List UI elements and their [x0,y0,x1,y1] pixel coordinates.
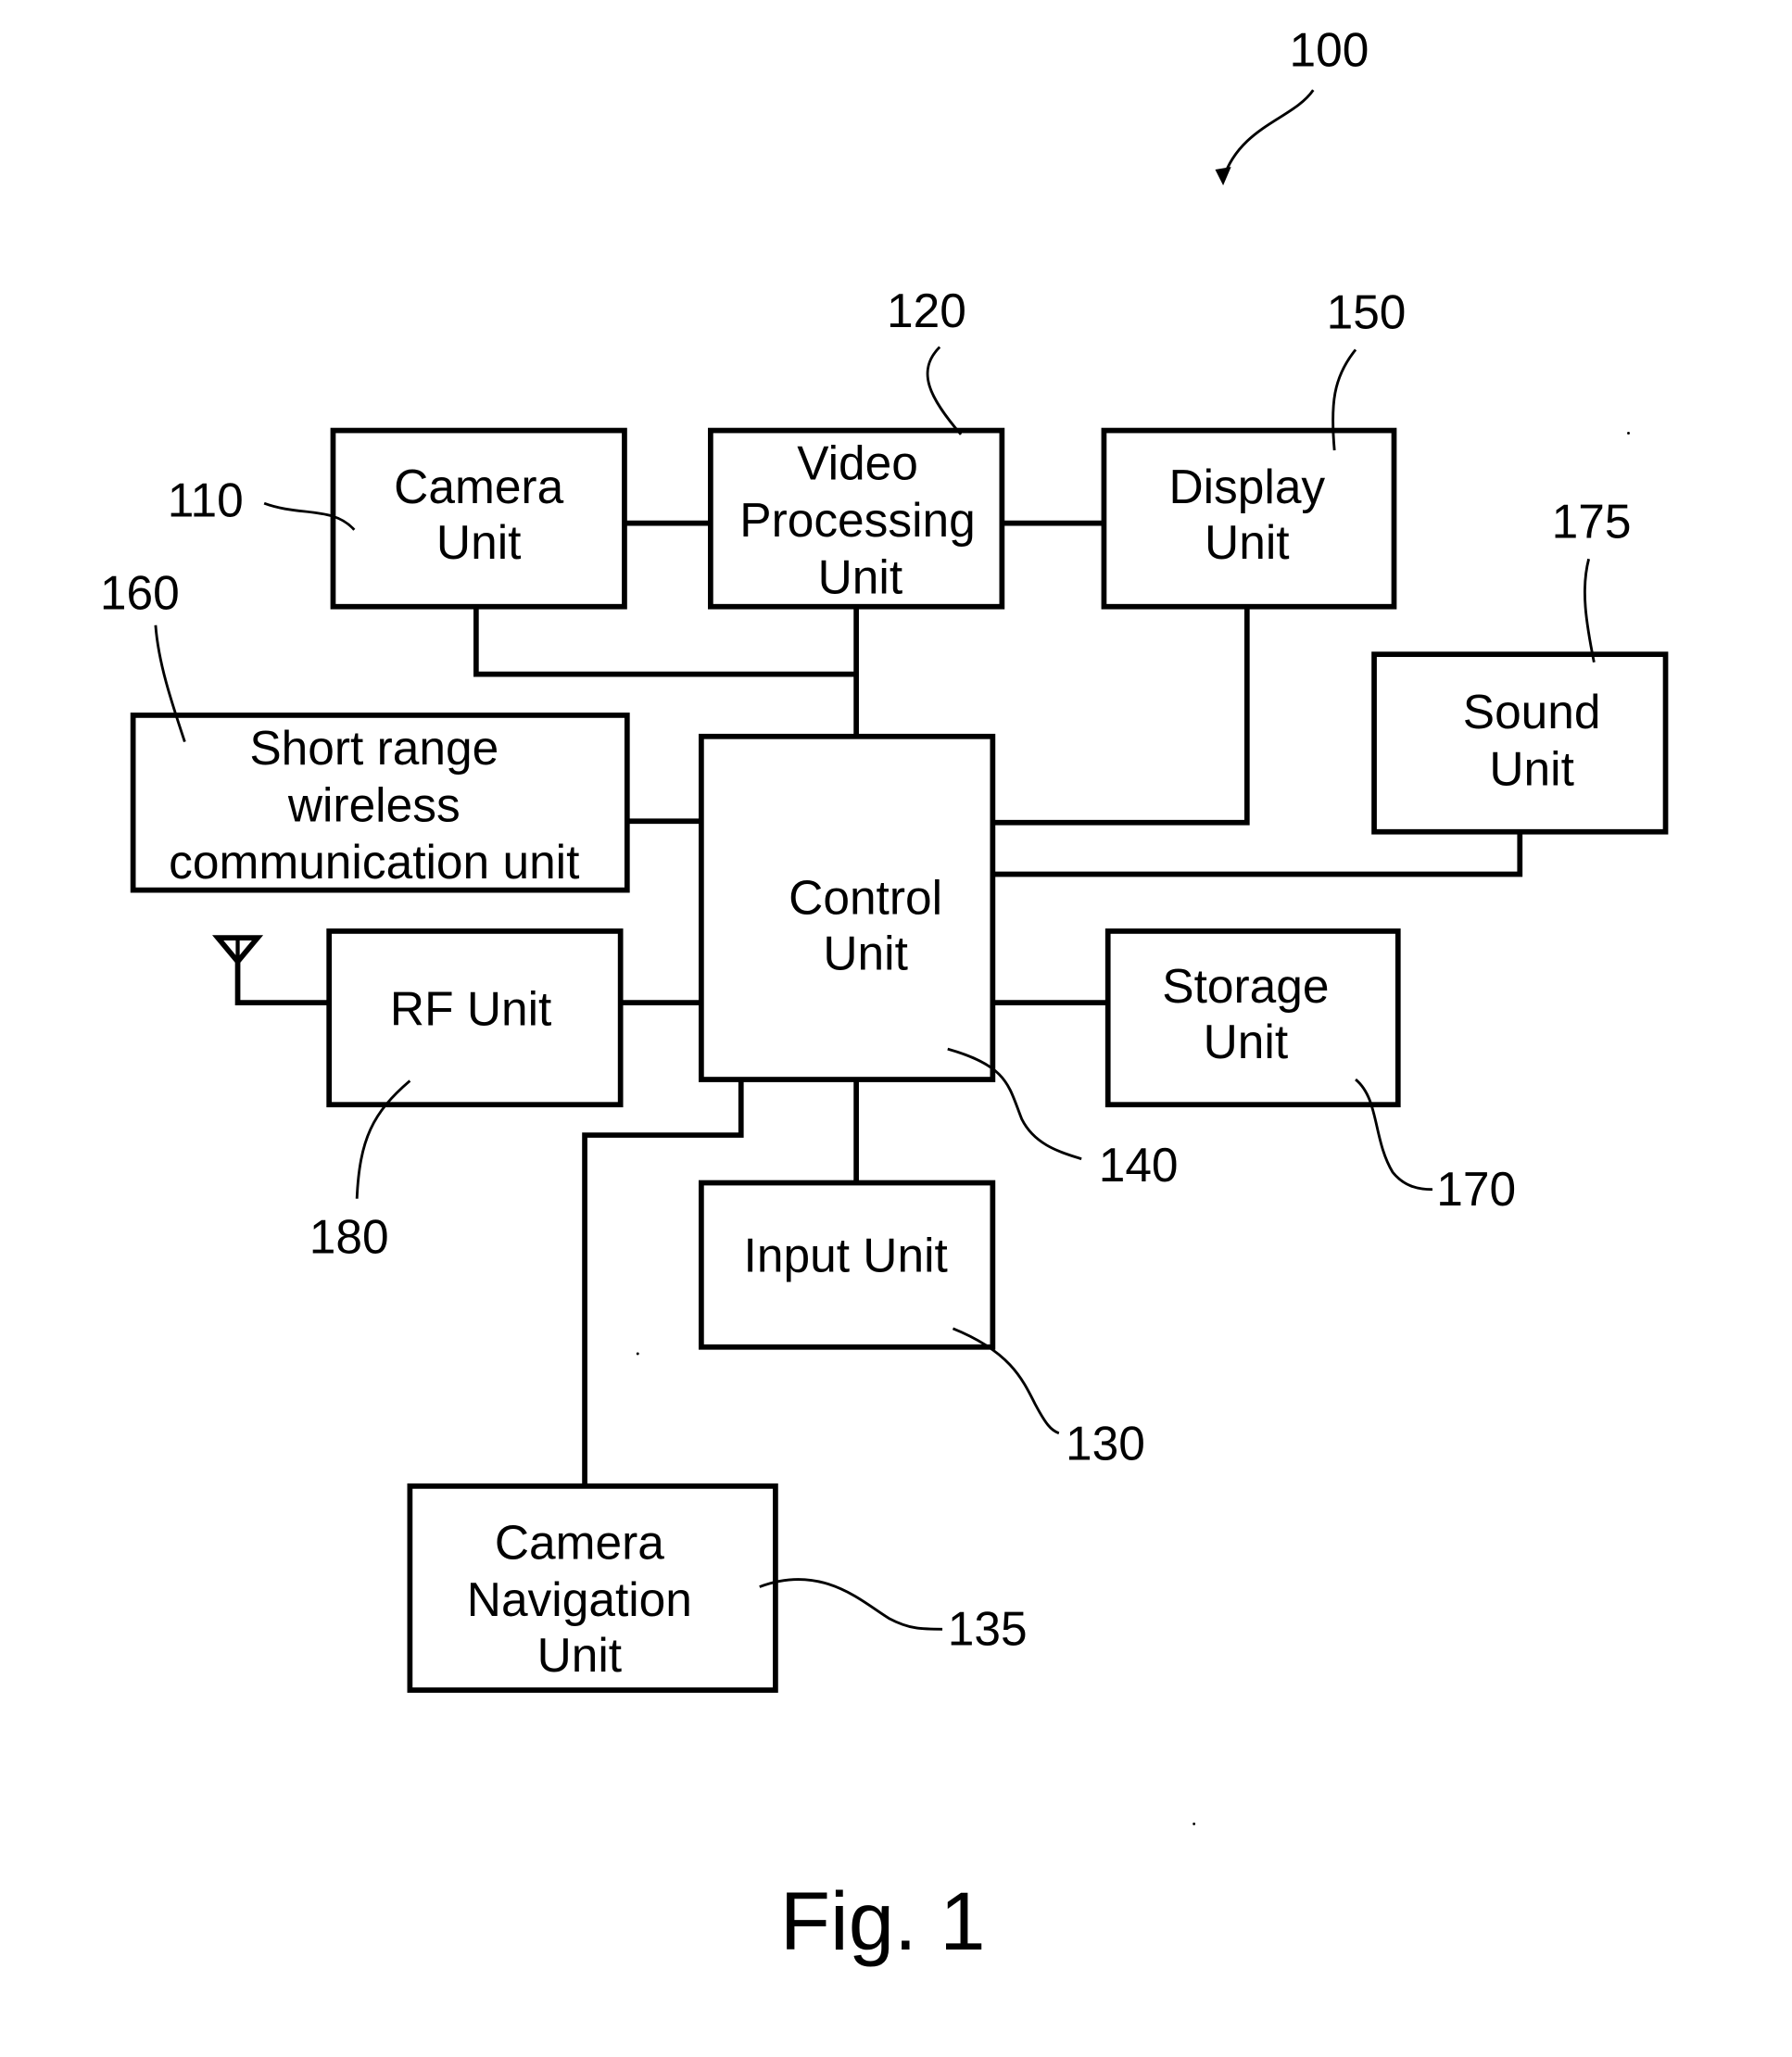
input-unit-block: Input Unit [699,1180,996,1350]
camera-unit-label-line2: Unit [436,515,522,569]
video-processing-unit-block: Video Processing Unit [708,427,1005,610]
video-processing-leader [926,346,963,435]
rf-unit-reference: 180 [309,1209,389,1263]
storage-unit-block: Storage Unit [1104,928,1401,1108]
antenna-icon [211,935,264,966]
wire-antenna-rf [234,956,330,1005]
scan-speck [1193,1822,1196,1825]
camera-navigation-leader [759,1578,943,1631]
short-range-label-line1: Short range [249,721,498,775]
arrowhead-icon [1215,167,1231,186]
short-range-wireless-block: Short range wireless communication unit [130,713,630,893]
display-unit-block: Display Unit [1101,427,1397,610]
camera-navigation-label-line1: Camera [495,1516,664,1570]
scan-speck [1627,432,1630,435]
camera-navigation-label-line3: Unit [537,1628,623,1682]
storage-unit-label-line2: Unit [1204,1015,1289,1068]
display-unit-reference: 150 [1327,285,1407,339]
control-unit-reference: 140 [1099,1138,1179,1192]
figure-reference-label: 100 [1290,22,1369,76]
input-unit-label: Input Unit [744,1228,948,1281]
video-processing-label-line1: Video [797,435,918,489]
input-unit-reference: 130 [1066,1416,1145,1470]
display-unit-label-line2: Unit [1205,515,1290,569]
control-unit-block: Control Unit [699,733,996,1082]
short-range-reference: 160 [100,566,180,620]
camera-unit-label-line1: Camera [394,460,563,513]
camera-navigation-unit-block: Camera Navigation Unit [407,1483,778,1693]
video-processing-label-line2: Processing [739,493,976,547]
control-unit-label-line2: Unit [823,926,908,979]
sound-unit-label-line1: Sound [1463,685,1601,738]
camera-unit-block: Camera Unit [330,427,627,610]
figure-reference-arrow [1221,89,1315,180]
short-range-label-line2: wireless [287,777,461,831]
block-diagram: 100 Camera Unit 110 Video Processing Uni… [100,22,1669,1967]
sound-unit-block: Sound Unit [1371,651,1669,835]
wire-camera-control [473,606,857,677]
rf-unit-label: RF Unit [390,981,551,1035]
sound-unit-label-line2: Unit [1489,742,1574,796]
camera-navigation-label-line2: Navigation [467,1572,692,1626]
short-range-label-line3: communication unit [169,835,579,889]
storage-unit-reference: 170 [1436,1162,1516,1216]
control-unit-label-line1: Control [789,870,942,924]
camera-unit-reference: 110 [168,473,244,527]
wire-display-control [992,606,1250,826]
rf-unit-block: RF Unit [326,928,624,1108]
display-unit-label-line1: Display [1168,460,1325,513]
storage-unit-label-line1: Storage [1162,959,1329,1013]
scan-speck [636,1352,639,1356]
figure-caption: Fig. 1 [780,1875,986,1967]
video-processing-reference: 120 [887,284,966,337]
wire-sound-control [992,831,1523,877]
video-processing-label-line3: Unit [818,549,903,603]
camera-navigation-reference: 135 [948,1601,1028,1655]
sound-unit-leader [1583,558,1596,663]
sound-unit-reference: 175 [1552,494,1632,548]
